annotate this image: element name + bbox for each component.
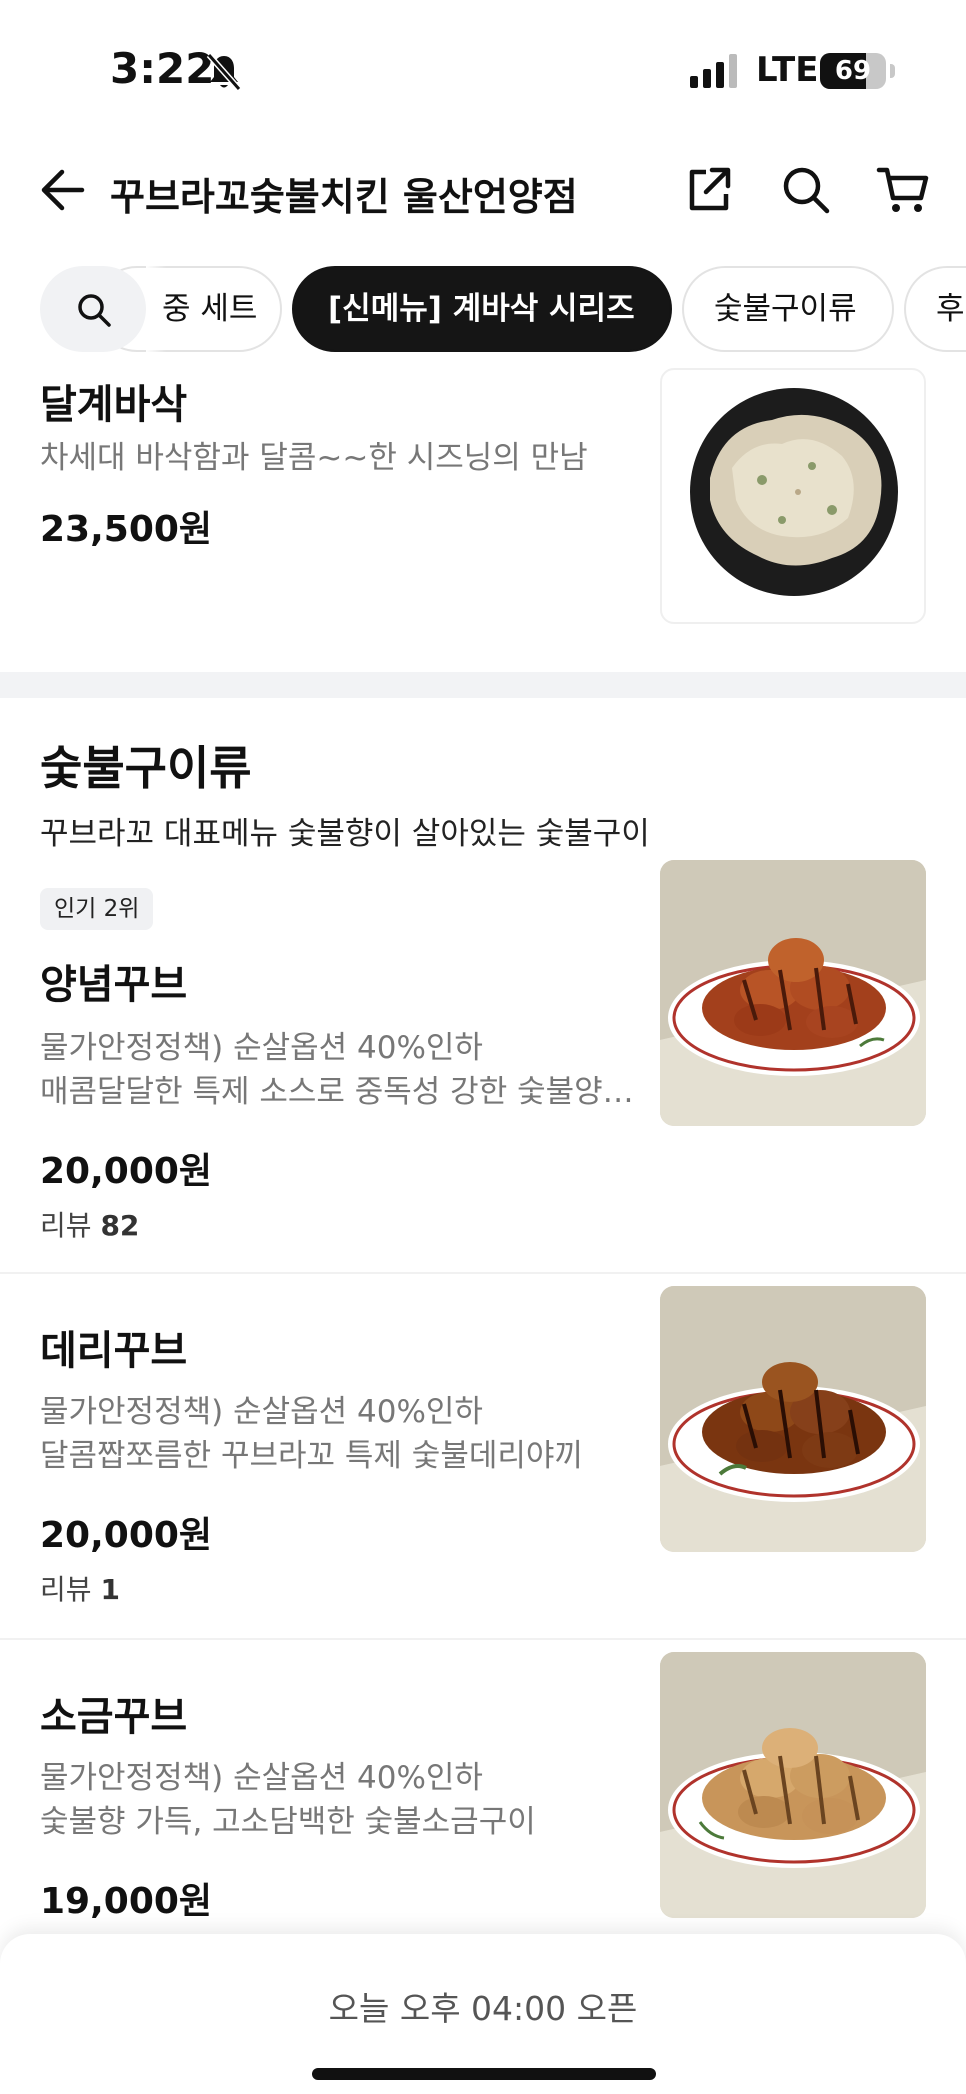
tab-fade [146, 266, 166, 352]
menu-item-yangnyeom-kkubeu[interactable]: 인기 2위 양념꾸브 물가안정정책) 순살옵션 40%인하 매콤달달한 특제 소… [0, 860, 966, 1268]
item-image [660, 1652, 926, 1918]
tab-charcoal-grill[interactable]: 숯불구이류 [682, 266, 894, 352]
item-description-line2: 숯불향 가득, 고소담백한 숯불소금구이 [40, 1804, 536, 1840]
battery-icon: 69 [820, 53, 886, 89]
item-divider [0, 1272, 966, 1274]
section-divider [0, 672, 966, 698]
item-price: 20,000원 [40, 1515, 213, 1556]
item-name: 데리꾸브 [40, 1328, 188, 1374]
bottom-status-bar: 오늘 오후 04:00 오픈 [0, 1934, 966, 2094]
review-label: 리뷰 [40, 1209, 92, 1242]
menu-search-button[interactable] [40, 266, 146, 352]
network-label: LTE [756, 50, 819, 90]
teriyaki-chicken-plate-image [660, 1286, 926, 1552]
item-image [660, 1286, 926, 1552]
battery-nub [890, 64, 895, 78]
signal-icon [690, 54, 737, 88]
item-name: 양념꾸브 [40, 962, 188, 1008]
item-review-count: 리뷰 1 [40, 1568, 120, 1608]
review-count: 1 [100, 1573, 120, 1606]
menu-item-deri-kkubeu[interactable]: 데리꾸브 물가안정정책) 순살옵션 40%인하 달콤짭쪼름한 꾸브라꼬 특제 숯… [0, 1286, 966, 1638]
status-time: 3:22 [110, 44, 215, 93]
item-price: 20,000원 [40, 1151, 213, 1192]
back-arrow-icon[interactable] [36, 164, 88, 216]
item-price: 23,500원 [40, 509, 213, 550]
search-icon [78, 294, 111, 327]
item-image [660, 860, 926, 1126]
menu-item-sogeum-kkubeu[interactable]: 소금꾸브 물가안정정책) 순살옵션 40%인하 숯불향 가득, 고소담백한 숯불… [0, 1652, 966, 1944]
item-description: 차세대 바삭함과 달콤~~한 시즈닝의 만남 [40, 440, 588, 476]
item-review-count: 리뷰 82 [40, 1204, 139, 1244]
store-title: 꾸브라꼬숯불치킨 울산언양점 [110, 175, 578, 219]
item-description-line2: 매콤달달한 특제 소스로 중독성 강한 숯불양… [40, 1074, 634, 1110]
review-label: 리뷰 [40, 1573, 92, 1606]
bell-muted-icon [206, 53, 242, 91]
home-indicator [312, 2068, 656, 2080]
item-description-line1: 물가안정정책) 순살옵션 40%인하 [40, 1030, 483, 1066]
review-count: 82 [100, 1209, 140, 1242]
tab-new-menu[interactable]: [신메뉴] 계바삭 시리즈 [292, 266, 672, 352]
item-name: 소금꾸브 [40, 1694, 188, 1740]
item-image [660, 368, 926, 624]
menu-item-dalgye-basak[interactable]: 달계바삭 차세대 바삭함과 달콤~~한 시즈닝의 만남 23,500원 [0, 368, 966, 642]
salt-chicken-plate-image [660, 1652, 926, 1918]
opening-time-text: 오늘 오후 04:00 오픈 [328, 1989, 638, 2028]
tab-next[interactable]: 후 [904, 266, 966, 352]
cart-icon[interactable] [876, 164, 930, 216]
section-description: 꾸브라꼬 대표메뉴 숯불향이 살아있는 숯불구이 [40, 816, 650, 852]
item-description-line2: 달콤짭쪼름한 꾸브라꼬 특제 숯불데리야끼 [40, 1438, 583, 1474]
search-icon[interactable] [780, 164, 832, 216]
item-price: 19,000원 [40, 1881, 213, 1922]
battery-level: 69 [834, 56, 872, 86]
share-icon[interactable] [684, 164, 734, 214]
category-tabs: 중 세트 [신메뉴] 계바삭 시리즈 숯불구이류 후 [0, 262, 966, 356]
item-description-line1: 물가안정정책) 순살옵션 40%인하 [40, 1760, 483, 1796]
item-divider [0, 1638, 966, 1640]
item-description-line1: 물가안정정책) 순살옵션 40%인하 [40, 1394, 483, 1430]
section-title: 숯불구이류 [40, 741, 252, 795]
item-name: 달계바삭 [40, 382, 188, 428]
popularity-badge: 인기 2위 [40, 888, 154, 930]
status-bar: 3:22 LTE 69 [0, 0, 966, 140]
fried-chicken-plate-image [690, 388, 898, 596]
yangnyeom-chicken-plate-image [660, 860, 926, 1126]
store-header: 꾸브라꼬숯불치킨 울산언양점 [0, 150, 966, 230]
